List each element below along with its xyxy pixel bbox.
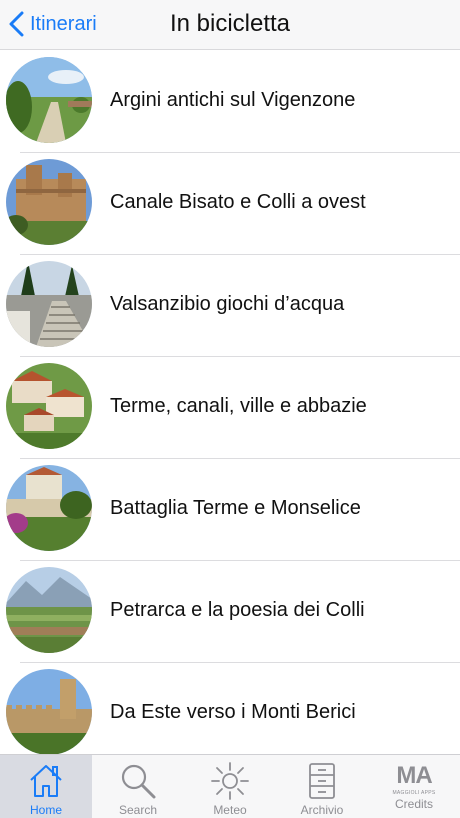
tab-bar: Home Search Meteo Archivio MA MAGGIOLI A… <box>0 754 460 818</box>
tab-credits[interactable]: MA MAGGIOLI APPS Credits <box>368 755 460 818</box>
route-list: Argini antichi sul Vigenzone Canale Bisa… <box>0 51 460 765</box>
ma-logo-subtext: MAGGIOLI APPS <box>392 790 436 796</box>
route-thumbnail <box>6 159 92 245</box>
ma-logo-icon: MA <box>396 762 432 789</box>
route-title: Da Este verso i Monti Berici <box>110 701 356 723</box>
tab-archivio[interactable]: Archivio <box>276 755 368 818</box>
tab-label: Credits <box>394 797 433 811</box>
route-title: Canale Bisato e Colli a ovest <box>110 191 366 213</box>
list-item[interactable]: Canale Bisato e Colli a ovest <box>0 153 460 255</box>
list-item[interactable]: Petrarca e la poesia dei Colli <box>0 561 460 663</box>
tab-label: Meteo <box>213 803 247 817</box>
page-title: In bicicletta <box>169 10 291 37</box>
search-icon <box>121 764 156 799</box>
tab-label: Search <box>118 803 158 817</box>
archive-icon <box>309 763 335 799</box>
list-item[interactable]: Valsanzibio giochi d’acqua <box>0 255 460 357</box>
sun-icon <box>211 762 249 800</box>
tab-label: Home <box>29 803 62 817</box>
route-title: Petrarca e la poesia dei Colli <box>110 599 365 621</box>
route-thumbnail <box>6 567 92 653</box>
tab-search[interactable]: Search <box>92 755 184 818</box>
list-item[interactable]: Battaglia Terme e Monselice <box>0 459 460 561</box>
route-thumbnail <box>6 465 92 551</box>
tab-home[interactable]: Home <box>0 755 92 818</box>
list-item[interactable]: Argini antichi sul Vigenzone <box>0 51 460 153</box>
route-title: Terme, canali, ville e abbazie <box>110 395 367 417</box>
tab-label: Archivio <box>300 803 344 817</box>
navigation-bar: Itinerari In bicicletta <box>0 0 460 50</box>
home-icon <box>30 765 62 797</box>
route-thumbnail <box>6 261 92 347</box>
route-thumbnail <box>6 363 92 449</box>
list-item[interactable]: Terme, canali, ville e abbazie <box>0 357 460 459</box>
tab-meteo[interactable]: Meteo <box>184 755 276 818</box>
route-title: Valsanzibio giochi d’acqua <box>110 293 345 315</box>
route-thumbnail <box>6 57 92 143</box>
route-title: Battaglia Terme e Monselice <box>110 497 361 519</box>
list-item[interactable]: Da Este verso i Monti Berici <box>0 663 460 765</box>
app-screen: Itinerari In bicicletta Argini antichi s… <box>0 0 460 818</box>
route-thumbnail <box>6 669 92 755</box>
route-title: Argini antichi sul Vigenzone <box>110 89 356 111</box>
